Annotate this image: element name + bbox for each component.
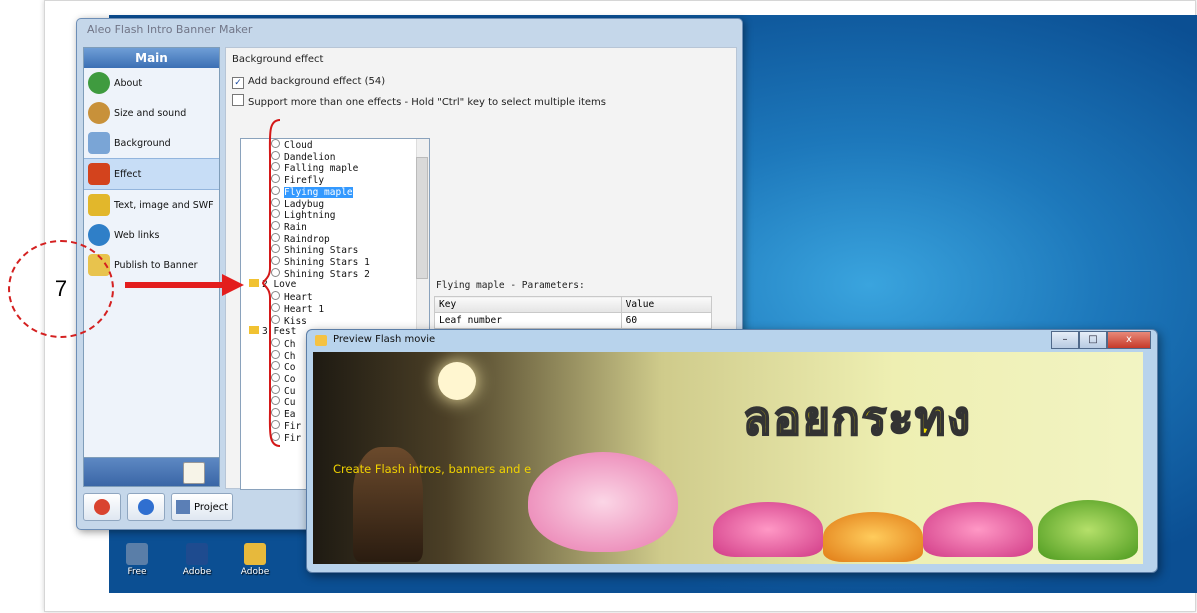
sidebar-header: Main <box>84 48 219 68</box>
picture-icon <box>88 132 110 154</box>
multi-effect-label: Support more than one effects - Hold "Ct… <box>248 97 606 108</box>
help-icon <box>138 499 154 515</box>
banner-title-thai: ลอยกระทง <box>742 390 972 446</box>
flash-app-icon <box>315 335 327 346</box>
tree-item-selected[interactable]: Flying maple <box>271 185 353 198</box>
sidebar-footer <box>83 457 220 487</box>
close-window-button[interactable]: x <box>1107 331 1151 349</box>
add-effect-checkbox-row[interactable]: ✓ Add background effect (54) <box>232 76 385 89</box>
table-row[interactable]: Leaf number 60 <box>434 312 713 329</box>
sidebar-item-label: Background <box>114 137 171 149</box>
bracket-annotation <box>262 119 281 447</box>
bottom-toolbar: Project <box>83 493 234 523</box>
save-icon <box>176 500 190 514</box>
cookie-icon <box>88 102 110 124</box>
lotus-decoration <box>528 452 678 552</box>
param-key: Leaf number <box>434 312 622 329</box>
tree-item[interactable]: Shining Stars 2 <box>271 267 370 280</box>
sidebar-item-label: Text, image and SWF <box>114 199 214 211</box>
project-button[interactable]: Project <box>171 493 234 521</box>
arrow-right-icon <box>222 274 244 296</box>
krathong-decoration <box>923 502 1033 557</box>
sidebar-item-background[interactable]: Background <box>84 128 219 158</box>
close-button[interactable] <box>83 493 121 521</box>
krathong-decoration <box>713 502 823 557</box>
sidebar-item-label: Publish to Banner <box>114 259 198 271</box>
multi-effect-checkbox[interactable] <box>232 94 244 106</box>
folder-icon <box>249 279 259 288</box>
value-column-header[interactable]: Value <box>620 296 713 313</box>
sidebar-item-label: Effect <box>114 168 142 180</box>
sidebar-item-text-image-swf[interactable]: Text, image and SWF <box>84 190 219 220</box>
add-effect-checkbox[interactable]: ✓ <box>232 77 244 89</box>
app-title: Aleo Flash Intro Banner Maker <box>87 23 253 36</box>
params-header-row: Key Value <box>434 296 713 313</box>
maximize-button[interactable]: □ <box>1079 331 1107 349</box>
minimize-button[interactable]: – <box>1051 331 1079 349</box>
desktop-icon-free[interactable]: Free <box>117 543 157 577</box>
desktop-icon-label: Free <box>127 567 147 577</box>
multi-effect-checkbox-row[interactable]: Support more than one effects - Hold "Ct… <box>232 94 606 108</box>
step-number: 7 <box>54 276 68 301</box>
tree-item[interactable]: Shining Stars 1 <box>271 256 370 268</box>
close-icon <box>94 499 110 515</box>
scroll-thumb[interactable] <box>416 157 428 279</box>
desktop-icon-label: Adobe <box>240 567 270 577</box>
section-title: Background effect <box>232 54 324 65</box>
sidebar-item-effect[interactable]: Effect <box>84 158 219 190</box>
help-button[interactable] <box>127 493 165 521</box>
folder-icon <box>249 326 259 335</box>
adobe-app-icon <box>186 543 208 565</box>
moon-icon <box>438 362 476 400</box>
project-button-label: Project <box>194 501 229 513</box>
krathong-decoration <box>1038 500 1138 560</box>
preview-window: Preview Flash movie – □ x ลอยกระทง Creat… <box>306 329 1158 573</box>
tree-item[interactable]: Falling maple <box>271 162 358 174</box>
desktop-icon-label: Adobe <box>182 567 212 577</box>
pencil-icon <box>88 194 110 216</box>
preview-window-title: Preview Flash movie <box>333 334 436 345</box>
sidebar-item-label: Size and sound <box>114 107 187 119</box>
sidebar-item-label: About <box>114 77 143 89</box>
sidebar-item-label: Web links <box>114 229 160 241</box>
step-marker: 7 <box>8 240 114 338</box>
param-value[interactable]: 60 <box>620 312 713 329</box>
params-title: Flying maple - Parameters: <box>436 280 585 291</box>
flash-banner-preview: ลอยกระทง Create Flash intros, banners an… <box>313 352 1143 564</box>
sidebar-item-about[interactable]: About <box>84 68 219 98</box>
desktop-icon-adobe-1[interactable]: Adobe <box>177 543 217 577</box>
maple-leaf-icon <box>88 163 110 185</box>
arrow-shaft <box>125 282 225 288</box>
banner-tagline: Create Flash intros, banners and e <box>333 462 532 476</box>
desktop-shortcut-icon <box>126 543 148 565</box>
add-effect-label: Add background effect (54) <box>248 76 386 87</box>
folder-icon <box>244 543 266 565</box>
window-controls: – □ x <box>1051 331 1151 349</box>
tree-item[interactable]: Shining Stars <box>271 244 358 256</box>
key-column-header[interactable]: Key <box>434 296 622 313</box>
desktop-icon-adobe-2[interactable]: Adobe <box>235 543 275 577</box>
home-icon <box>88 72 110 94</box>
krathong-decoration <box>823 512 923 562</box>
edit-pen-icon[interactable] <box>183 462 205 484</box>
sidebar-item-size-and-sound[interactable]: Size and sound <box>84 98 219 128</box>
